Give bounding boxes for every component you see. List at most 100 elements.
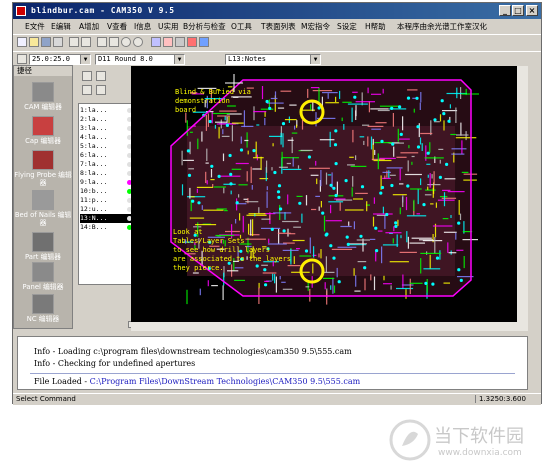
pcb-trace: [336, 267, 338, 278]
undo-icon[interactable]: [69, 37, 79, 47]
status-command: Select Command: [16, 395, 76, 403]
new-file-icon[interactable]: [17, 37, 27, 47]
shortcut-flying-probe-editor[interactable]: Flying Probe 编辑器: [14, 150, 72, 187]
zoom-all-icon[interactable]: [109, 37, 119, 47]
shortcut-cap-editor[interactable]: Cap 编辑器: [14, 116, 72, 145]
print-icon[interactable]: [53, 37, 63, 47]
pcb-trace: [318, 87, 320, 103]
pcb-trace: [261, 227, 281, 229]
pcb-trace: [287, 265, 301, 267]
menu-file[interactable]: E文件: [25, 21, 45, 32]
layer-item[interactable]: 11:p...: [80, 196, 135, 205]
vertical-scrollbar[interactable]: [517, 66, 528, 322]
menu-utilities[interactable]: U实用: [158, 21, 179, 32]
pcb-trace: [372, 143, 374, 161]
pcb-trace: [370, 238, 376, 240]
save-disk-icon[interactable]: [41, 37, 51, 47]
menu-info[interactable]: I信息: [134, 21, 151, 32]
chevron-down-icon[interactable]: ▼: [174, 55, 184, 64]
grid-size-combo[interactable]: 25.0:25.0 ▼: [29, 54, 91, 65]
chevron-down-icon[interactable]: ▼: [310, 55, 320, 64]
pcb-trace: [368, 101, 370, 113]
pcb-trace: [205, 115, 207, 131]
layer-item[interactable]: 8:la...: [80, 169, 135, 178]
dcode-combo[interactable]: D11 Round 8.0 ▼: [95, 54, 185, 65]
menu-help[interactable]: H帮助: [365, 21, 386, 32]
open-folder-icon[interactable]: [29, 37, 39, 47]
pcb-trace: [315, 195, 320, 197]
close-button[interactable]: ×: [526, 5, 538, 16]
cap-editor-icon: [32, 116, 54, 136]
pcb-via: [391, 142, 395, 146]
layer-item[interactable]: 2:la...: [80, 115, 135, 124]
pcb-trace: [216, 208, 227, 210]
layer-item[interactable]: 6:la...: [80, 151, 135, 160]
menu-analysis[interactable]: B分析与检查: [183, 21, 226, 32]
pcb-trace: [382, 177, 391, 179]
pcb-via: [394, 221, 398, 225]
shortcut-nc-editor[interactable]: NC 编辑器: [14, 294, 72, 323]
layer-delete-icon[interactable]: [82, 85, 92, 95]
redo-icon[interactable]: [81, 37, 91, 47]
pcb-trace: [205, 171, 207, 183]
part-editor-icon: [32, 232, 54, 252]
shortcut-cam-editor[interactable]: CAM 编辑器: [14, 82, 72, 111]
pcb-via: [332, 186, 336, 190]
shortcut-panel-editor[interactable]: Panel 编辑器: [14, 262, 72, 291]
shortcut-bed-of-nails-editor[interactable]: Bed of Nails 编辑器: [14, 190, 72, 227]
flying-probe-icon: [32, 150, 54, 170]
layer-item[interactable]: 7:la...: [80, 160, 135, 169]
pcb-trace: [339, 202, 341, 211]
maximize-button[interactable]: □: [512, 5, 524, 16]
pcb-trace: [227, 270, 239, 272]
pcb-trace: [253, 106, 255, 121]
pcb-via: [235, 201, 239, 205]
chevron-down-icon[interactable]: ▼: [80, 55, 90, 64]
zoom-out-icon[interactable]: [133, 37, 143, 47]
layer-item[interactable]: 14:B...: [80, 223, 135, 232]
pcb-trace: [455, 232, 457, 240]
palette-icon[interactable]: [187, 37, 197, 47]
menu-tools[interactable]: O工具: [231, 21, 252, 32]
pcb-trace: [307, 88, 309, 98]
pcb-trace: [442, 218, 449, 220]
grid-toggle-icon[interactable]: [17, 54, 27, 64]
pcb-trace: [437, 199, 455, 201]
menu-tables[interactable]: T表面列表: [261, 21, 296, 32]
layer-move-icon[interactable]: [96, 85, 106, 95]
zoom-in-icon[interactable]: [121, 37, 131, 47]
shortcut-part-editor[interactable]: Part 编辑器: [14, 232, 72, 261]
layer-item[interactable]: 10:b...: [80, 187, 135, 196]
layer-item[interactable]: 4:la...: [80, 133, 135, 142]
pcb-trace: [251, 185, 253, 190]
minimize-button[interactable]: _: [499, 5, 511, 16]
menu-edit[interactable]: E编辑: [51, 21, 71, 32]
layer-item[interactable]: 12:u...: [80, 205, 135, 214]
pcb-trace: [430, 120, 432, 136]
menu-macro[interactable]: M宏指令: [301, 21, 330, 32]
layer-table-icon[interactable]: [151, 37, 161, 47]
active-layer-combo[interactable]: L13:Notes ▼: [225, 54, 321, 65]
pcb-canvas[interactable]: Blind & Buried via demonstration board L…: [131, 66, 517, 322]
layer-item[interactable]: 9:la...: [80, 178, 135, 187]
display-icon[interactable]: [199, 37, 209, 47]
layer-item[interactable]: 5:la...: [80, 142, 135, 151]
pcb-via: [197, 201, 201, 205]
menu-view[interactable]: V查看: [107, 21, 127, 32]
pcb-trace: [432, 187, 434, 198]
layer-list[interactable]: 1:la... 2:la... 3:la... 4:la... 5:la... …: [78, 103, 136, 285]
horizontal-scrollbar[interactable]: [131, 322, 528, 331]
pcb-trace: [325, 256, 327, 273]
menu-add[interactable]: A增加: [79, 21, 99, 32]
layer-item[interactable]: 3:la...: [80, 124, 135, 133]
pcb-trace: [465, 131, 467, 141]
layer-colors-icon[interactable]: [163, 37, 173, 47]
menu-settings[interactable]: S设定: [337, 21, 357, 32]
zoom-window-icon[interactable]: [97, 37, 107, 47]
pcb-via: [229, 182, 233, 186]
layer-add-icon[interactable]: [82, 71, 92, 81]
layer-item[interactable]: 1:la...: [80, 106, 135, 115]
grid-icon[interactable]: [175, 37, 185, 47]
layer-properties-icon[interactable]: [96, 71, 106, 81]
layer-item-active[interactable]: 13:N...: [80, 214, 135, 223]
